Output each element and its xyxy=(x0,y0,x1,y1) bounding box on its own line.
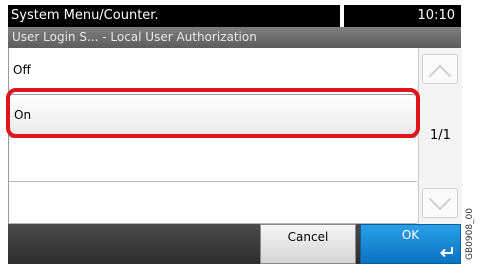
title-bar: System Menu/Counter. 10:10 xyxy=(8,5,461,27)
scroll-down-button[interactable] xyxy=(422,187,458,218)
scroll-panel: 1/1 xyxy=(418,48,462,224)
screen-title: System Menu/Counter. xyxy=(8,5,340,27)
chevron-down-icon xyxy=(428,187,452,211)
breadcrumb: User Login S... - Local User Authorizati… xyxy=(8,27,461,48)
footer-bar: Cancel OK xyxy=(8,224,461,264)
title-divider xyxy=(340,5,344,27)
clock: 10:10 xyxy=(417,8,455,23)
empty-row xyxy=(9,138,417,182)
ok-button[interactable]: OK xyxy=(360,224,461,264)
figure-code: GB0908_00 xyxy=(465,207,475,260)
scroll-up-button[interactable] xyxy=(422,54,458,88)
selection-highlight xyxy=(6,88,420,138)
ok-button-label: OK xyxy=(401,228,420,242)
enter-icon xyxy=(440,247,453,258)
option-off-label: Off xyxy=(13,63,31,77)
option-off[interactable]: Off xyxy=(9,48,417,92)
empty-row xyxy=(9,182,417,224)
chevron-up-icon xyxy=(428,64,452,88)
cancel-button[interactable]: Cancel xyxy=(260,224,356,264)
page-indicator: 1/1 xyxy=(430,128,451,143)
